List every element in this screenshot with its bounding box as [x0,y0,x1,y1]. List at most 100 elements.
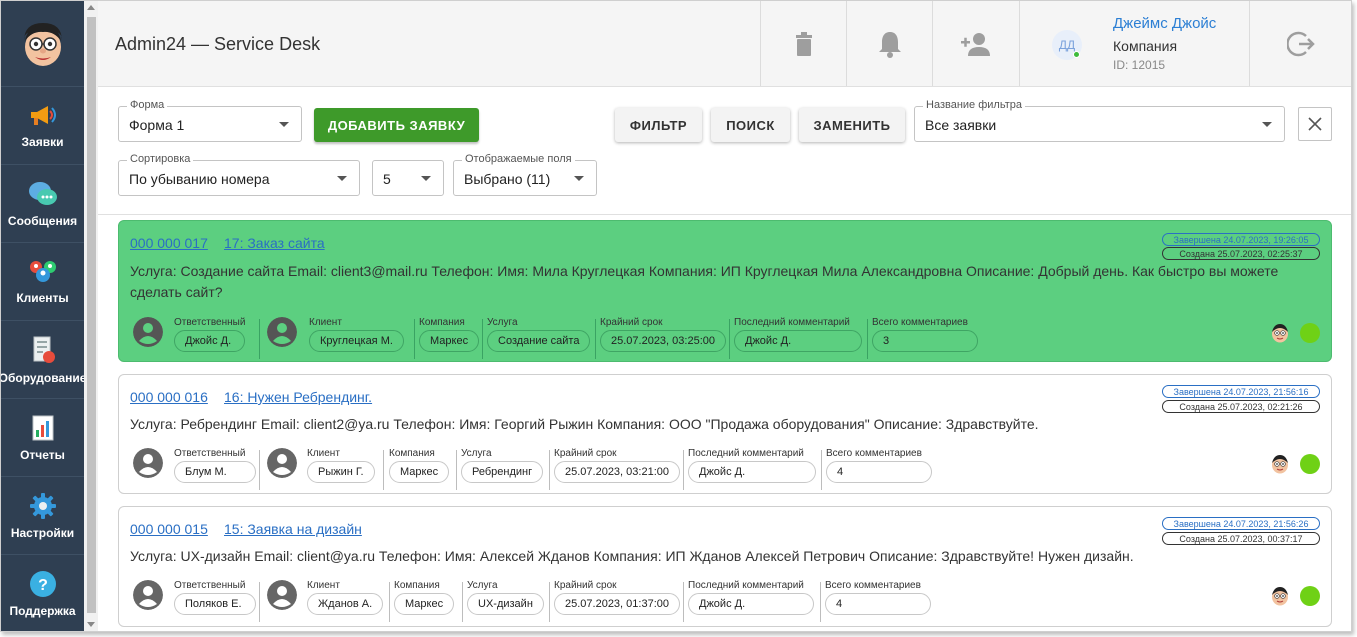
assignee-avatar-icon[interactable] [1270,454,1290,474]
sidebar-item-clients[interactable]: Клиенты [1,243,84,321]
client-field: Клиент Жданов А. [307,580,384,615]
deadline-value[interactable]: 25.07.2023, 03:21:00 [554,461,680,483]
sidebar-item-label: Заявки [21,134,64,149]
total-comments-value[interactable]: 4 [826,461,932,483]
total-comments-field: Всего комментариев 4 [826,448,932,483]
sort-select[interactable]: Сортировка По убыванию номера [118,153,360,196]
visible-fields-select[interactable]: Отображаемые поля Выбрано (11) [453,153,597,196]
form-select[interactable]: Форма Форма 1 [118,99,302,142]
responsible-label: Ответственный [174,448,246,459]
chevron-down-icon [1262,122,1272,127]
divider [259,582,260,622]
replace-button[interactable]: ЗАМЕНИТЬ [799,108,905,142]
client-value[interactable]: Жданов А. [307,593,384,615]
ticket-description: Услуга: Ребрендинг Email: client2@ya.ru … [130,416,1039,432]
divider [389,582,390,622]
company-value[interactable]: Маркес [389,461,450,483]
scroll-down-arrow-icon[interactable] [87,622,95,627]
trash-button[interactable] [760,1,846,86]
responsible-value[interactable]: Блум М. [174,461,256,483]
responsible-value[interactable]: Джойс Д. [174,330,246,352]
sidebar-item-label: Отчеты [20,447,65,462]
deadline-field: Крайний срок 25.07.2023, 01:37:00 [554,580,680,615]
responsible-field: Ответственный Джойс Д. [174,317,246,352]
trash-icon [795,31,812,56]
ticket-subject-link[interactable]: 15: Заявка на дизайн [224,521,362,537]
ticket-subject-link[interactable]: 16: Нужен Ребрендинг. [224,389,372,405]
deadline-value[interactable]: 25.07.2023, 03:25:00 [600,330,726,352]
company-value[interactable]: Маркес [394,593,455,615]
last-comment-value[interactable]: Джойс Д. [734,330,862,352]
last-comment-value[interactable]: Джойс Д. [688,461,816,483]
sidebar-item-reports[interactable]: Отчеты [1,399,84,477]
app-logo[interactable] [1,1,84,87]
service-value[interactable]: UX-дизайн [467,593,544,615]
add-user-button[interactable] [932,1,1018,86]
chevron-down-icon [421,176,431,181]
sidebar-item-support[interactable]: ? Поддержка [1,555,84,631]
ticket-number-link[interactable]: 000 000 015 [130,521,208,537]
per-page-select[interactable]: 5 [372,160,444,196]
sort-select-label: Сортировка [127,153,194,165]
status-indicator [1300,454,1320,474]
user-name[interactable]: Джеймс Джойс [1113,15,1216,32]
divider [683,582,684,622]
scroll-up-arrow-icon[interactable] [87,5,95,10]
add-ticket-button[interactable]: ДОБАВИТЬ ЗАЯВКУ [314,108,479,142]
divider [456,450,457,490]
filter-button[interactable]: ФИЛЬТР [615,108,702,142]
app-window: Заявки Сообщения Клиенты Оборудование От… [0,0,1352,632]
notifications-button[interactable] [846,1,932,86]
client-label: Клиент [307,580,340,591]
ticket-number-link[interactable]: 000 000 017 [130,235,208,251]
divider [867,319,868,359]
responsible-value[interactable]: Поляков Е. [174,593,256,615]
user-icon [267,448,297,478]
assignee-avatar-icon[interactable] [1270,586,1290,606]
add-user-icon [960,32,990,56]
created-badge: Создана 25.07.2023, 02:25:37 [1162,247,1320,260]
equipment-icon [33,336,55,363]
total-comments-value[interactable]: 3 [872,330,978,352]
sidebar-scrollbar[interactable] [84,1,98,631]
page-title: Admin24 — Service Desk [115,34,321,54]
user-profile[interactable]: ДД Джеймс Джойс Компания ID: 12015 [1019,1,1249,86]
divider [259,450,260,490]
search-button[interactable]: ПОИСК [711,108,790,142]
avatar[interactable]: ДД [1052,30,1082,60]
client-value[interactable]: Круглецкая М. [309,330,404,352]
sidebar-item-label: Сообщения [7,213,78,228]
online-status-dot [1073,51,1080,58]
sidebar-item-label: Клиенты [16,290,69,305]
deadline-field: Крайний срок 25.07.2023, 03:25:00 [600,317,726,352]
company-value[interactable]: Маркес [419,330,480,352]
company-label: Компания [419,317,465,328]
scroll-thumb[interactable] [87,17,96,613]
sidebar-item-tickets[interactable]: Заявки [1,87,84,165]
ticket-description: Услуга: Создание сайта Email: client3@ma… [130,263,1279,300]
last-comment-field: Последний комментарий Джойс Д. [688,580,814,615]
ticket-card[interactable]: 000 000 016 16: Нужен Ребрендинг. Заверш… [118,374,1332,494]
sidebar-item-equipment[interactable]: Оборудование [1,321,86,399]
service-value[interactable]: Ребрендинг [461,461,544,483]
ticket-subject-link[interactable]: 17: Заказ сайта [224,235,325,251]
completed-badge: Завершена 24.07.2023, 21:56:16 [1162,385,1320,398]
sidebar-item-settings[interactable]: Настройки [1,477,84,555]
chevron-down-icon [279,122,289,127]
deadline-value[interactable]: 25.07.2023, 01:37:00 [554,593,680,615]
logout-button[interactable] [1249,1,1351,86]
clear-filter-button[interactable] [1298,107,1332,141]
service-value[interactable]: Создание сайта [487,330,591,352]
client-value[interactable]: Рыжин Г. [307,461,375,483]
ticket-number-link[interactable]: 000 000 016 [130,389,208,405]
last-comment-label: Последний комментарий [688,580,804,591]
ticket-card[interactable]: 000 000 017 17: Заказ сайта Завершена 24… [118,220,1332,362]
assignee-avatar-icon[interactable] [1270,323,1290,343]
sidebar-item-messages[interactable]: Сообщения [1,165,84,243]
total-comments-value[interactable]: 4 [825,593,931,615]
filter-name-select[interactable]: Название фильтра Все заявки [914,99,1285,142]
divider [683,450,684,490]
divider [383,450,384,490]
last-comment-value[interactable]: Джойс Д. [688,593,814,615]
ticket-card[interactable]: 000 000 015 15: Заявка на дизайн Заверше… [118,506,1332,627]
